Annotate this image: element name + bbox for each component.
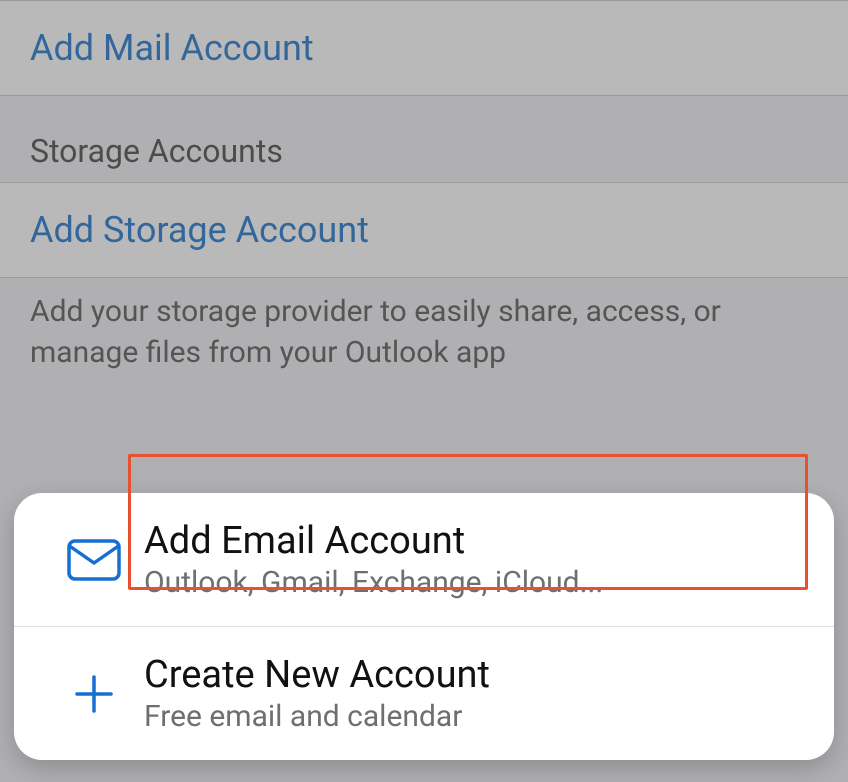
create-new-text-block: Create New Account Free email and calend… [144, 653, 490, 734]
mail-icon [44, 539, 144, 581]
account-action-sheet: Add Email Account Outlook, Gmail, Exchan… [14, 493, 834, 760]
create-new-title: Create New Account [144, 653, 490, 697]
create-new-account-option[interactable]: Create New Account Free email and calend… [14, 626, 834, 760]
add-email-text-block: Add Email Account Outlook, Gmail, Exchan… [144, 519, 603, 600]
add-email-title: Add Email Account [144, 519, 603, 563]
add-email-subtitle: Outlook, Gmail, Exchange, iCloud... [144, 565, 603, 600]
create-new-subtitle: Free email and calendar [144, 699, 490, 734]
plus-icon [44, 673, 144, 715]
add-email-account-option[interactable]: Add Email Account Outlook, Gmail, Exchan… [14, 493, 834, 626]
